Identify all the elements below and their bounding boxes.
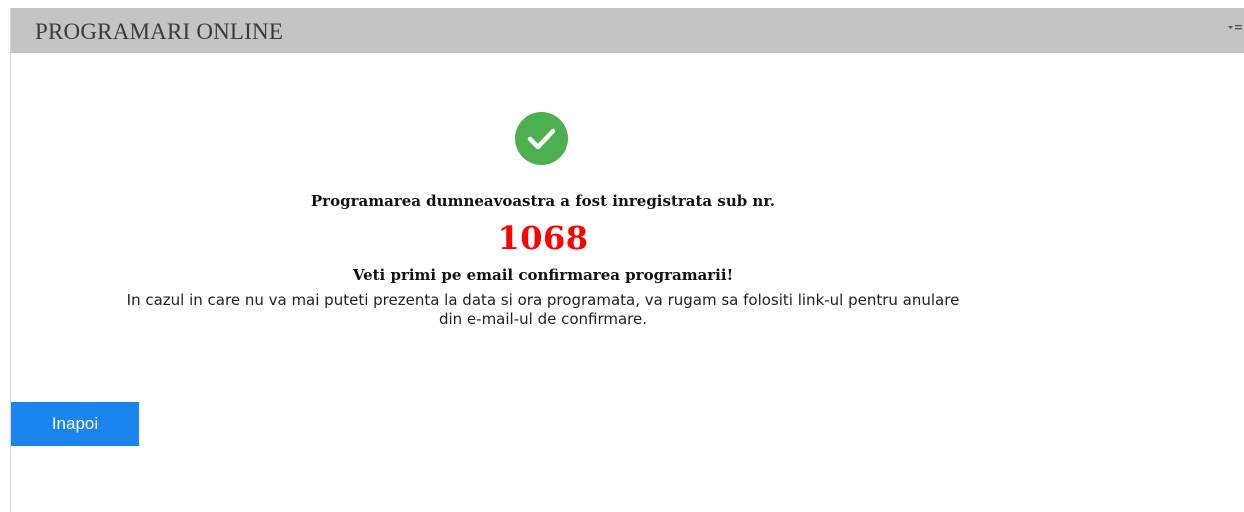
- registration-message: Programarea dumneavoastra a fost inregis…: [310, 192, 776, 210]
- back-button[interactable]: Inapoi: [11, 402, 139, 446]
- appointment-panel: PROGRAMARI ONLINE Programarea dumneavoas…: [10, 8, 1244, 512]
- cancellation-info-line-1: In cazul in care nu va mai puteti prezen…: [126, 291, 960, 309]
- dropdown-menu-icon[interactable]: [1228, 22, 1242, 34]
- page-title: PROGRAMARI ONLINE: [35, 19, 284, 44]
- cancellation-info: In cazul in care nu va mai puteti prezen…: [11, 291, 1075, 329]
- panel-header: PROGRAMARI ONLINE: [11, 8, 1244, 53]
- confirmation-content: Programarea dumneavoastra a fost inregis…: [11, 53, 1091, 512]
- email-confirmation-message: Veti primi pe email confirmarea programa…: [352, 266, 734, 284]
- cancellation-info-line-2: din e-mail-ul de confirmare.: [438, 310, 648, 328]
- appointment-number: 1068: [497, 219, 589, 257]
- check-circle-icon: [515, 112, 568, 165]
